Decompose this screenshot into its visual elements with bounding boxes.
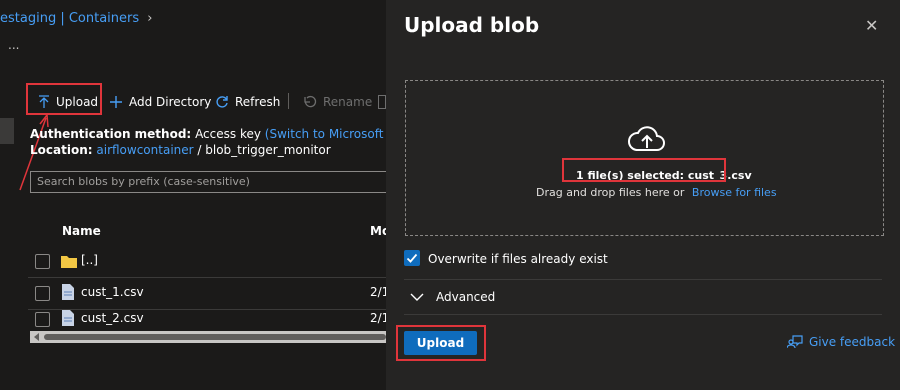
- row-checkbox[interactable]: [35, 254, 50, 269]
- breadcrumb-link[interactable]: estaging | Containers: [0, 11, 139, 26]
- panel-title: Upload blob: [404, 13, 540, 37]
- scrollbar-thumb[interactable]: [44, 334, 386, 340]
- auth-method-value: Access key: [195, 127, 261, 141]
- location-label: Location:: [30, 143, 93, 157]
- more-menu-button[interactable]: ...: [8, 38, 19, 52]
- file-icon: [62, 310, 74, 326]
- upload-blob-panel: Upload blob ✕ 1 file(s) selected: cust_3…: [386, 0, 900, 390]
- overwrite-checkbox[interactable]: [404, 250, 420, 266]
- add-directory-label: Add Directory: [129, 95, 212, 109]
- cloud-upload-icon: [628, 126, 665, 151]
- rename-icon: [304, 95, 317, 108]
- overwrite-label: Overwrite if files already exist: [428, 252, 608, 266]
- toolbar-divider: [288, 93, 289, 109]
- advanced-toggle[interactable]: Advanced: [410, 290, 495, 304]
- upload-button-highlight-box: [396, 325, 486, 361]
- location-container-link[interactable]: airflowcontainer: [96, 143, 193, 157]
- breadcrumb: estaging | Containers ›: [0, 11, 152, 26]
- give-feedback-link[interactable]: Give feedback: [787, 335, 895, 349]
- delete-icon: [378, 95, 386, 109]
- file-icon: [62, 284, 74, 300]
- row-checkbox[interactable]: [35, 312, 50, 327]
- search-input[interactable]: Search blobs by prefix (case-sensitive): [30, 171, 386, 193]
- rename-label: Rename: [323, 95, 373, 109]
- row-name[interactable]: cust_2.csv: [81, 311, 144, 325]
- row-name[interactable]: cust_1.csv: [81, 285, 144, 299]
- browse-files-link[interactable]: Browse for files: [692, 186, 777, 199]
- add-directory-button[interactable]: Add Directory: [109, 92, 211, 112]
- refresh-button[interactable]: Refresh: [215, 92, 280, 112]
- close-icon[interactable]: ✕: [865, 16, 878, 35]
- selected-file-highlight-box: [562, 158, 726, 182]
- plus-icon: [110, 96, 122, 108]
- column-header-name[interactable]: Name: [62, 224, 101, 238]
- section-divider: [404, 314, 882, 315]
- horizontal-scrollbar[interactable]: [30, 331, 386, 343]
- location-path: / blob_trigger_monitor: [197, 143, 331, 157]
- refresh-icon: [216, 96, 228, 108]
- sidebar-stub: [0, 118, 14, 144]
- folder-icon: [61, 256, 77, 268]
- row-checkbox[interactable]: [35, 286, 50, 301]
- upload-highlight-box: [26, 83, 102, 115]
- rename-button[interactable]: Rename: [303, 92, 372, 112]
- scroll-left-icon[interactable]: [33, 333, 41, 341]
- section-divider: [404, 279, 882, 280]
- table-row[interactable]: [..]: [28, 245, 386, 278]
- refresh-label: Refresh: [235, 95, 281, 109]
- location-line: Location: airflowcontainer / blob_trigge…: [30, 143, 331, 157]
- give-feedback-label: Give feedback: [809, 335, 896, 349]
- chevron-down-icon: [410, 293, 424, 301]
- advanced-label: Advanced: [436, 290, 496, 304]
- auth-method-label: Authentication method:: [30, 127, 192, 141]
- feedback-icon: [787, 335, 803, 349]
- checkmark-icon: [406, 253, 418, 263]
- drag-drop-text: Drag and drop files here or: [536, 186, 685, 199]
- breadcrumb-chevron-icon: ›: [147, 11, 153, 26]
- storage-browser-background: estaging | Containers › ... Upload Add D…: [0, 0, 461, 390]
- drag-drop-line: Drag and drop files here or Browse for f…: [536, 186, 777, 199]
- row-name[interactable]: [..]: [81, 253, 98, 267]
- search-placeholder: Search blobs by prefix (case-sensitive): [37, 175, 250, 188]
